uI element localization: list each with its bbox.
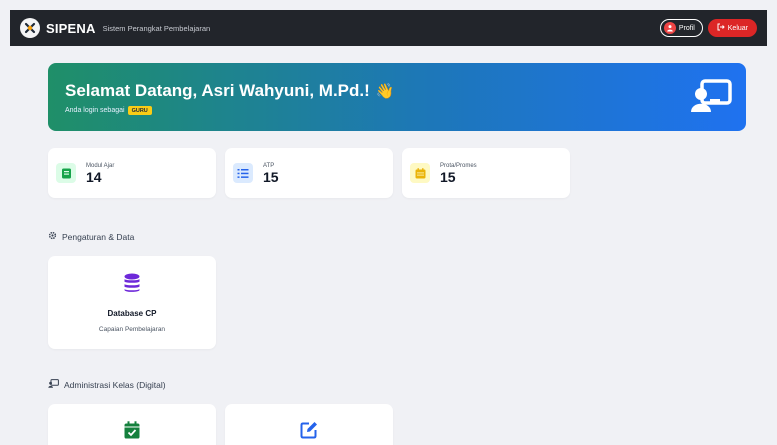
gear-icon [48,231,57,242]
database-icon [124,273,140,298]
section-settings-title: Pengaturan & Data [62,231,135,242]
stat-value: 15 [440,168,456,185]
brand-logo-icon [20,18,40,38]
list-ol-icon [233,163,253,183]
welcome-heading: Selamat Datang, Asri Wahyuni, M.Pd.! 👋 [65,81,729,101]
stat-label: Modul Ajar [86,162,115,169]
section-settings-heading: Pengaturan & Data [48,231,134,242]
database-cp-card[interactable]: Database CP Capaian Pembelajaran [48,256,216,349]
stat-value: 15 [263,168,279,185]
profile-button-label: Profil [678,24,695,32]
book-icon [56,163,76,183]
attendance-card[interactable] [48,404,216,445]
wave-icon: 👋 [375,83,395,100]
logout-button[interactable]: Keluar [707,19,757,37]
stat-label: Prota/Promes [440,162,477,169]
sign-out-icon [717,23,725,33]
calendar-check-icon [124,421,140,444]
user-icon [663,22,676,34]
journal-card[interactable] [225,404,393,445]
login-info: Anda login sebagai GURU [65,106,729,115]
stat-label: ATP [263,162,275,169]
edit-icon [300,421,318,444]
section-admin-title: Administrasi Kelas (Digital) [64,379,166,390]
chalkboard-teacher-icon [690,79,732,118]
chalkboard-icon [48,379,59,390]
logout-button-label: Keluar [727,24,748,32]
stat-card-modul-ajar[interactable]: Modul Ajar 14 [48,148,216,198]
section-admin-heading: Administrasi Kelas (Digital) [48,379,166,390]
welcome-banner: Selamat Datang, Asri Wahyuni, M.Pd.! 👋 A… [48,63,746,131]
stat-card-atp[interactable]: ATP 15 [225,148,393,198]
welcome-text: Selamat Datang, Asri Wahyuni, M.Pd.! [65,81,370,100]
profile-button[interactable]: Profil [659,19,703,37]
stat-value: 14 [86,168,102,185]
stat-card-prota-promes[interactable]: Prota/Promes 15 [402,148,570,198]
feature-subtitle: Capaian Pembelajaran [98,326,166,333]
navbar: SIPENA Sistem Perangkat Pembelajaran Pro… [10,10,767,46]
feature-title: Database CP [107,309,157,318]
brand-title[interactable]: SIPENA [46,21,96,36]
role-badge: GURU [127,106,152,115]
brand-subtitle: Sistem Perangkat Pembelajaran [102,23,211,33]
calendar-icon [410,163,430,183]
login-as-text: Anda login sebagai [65,107,125,114]
